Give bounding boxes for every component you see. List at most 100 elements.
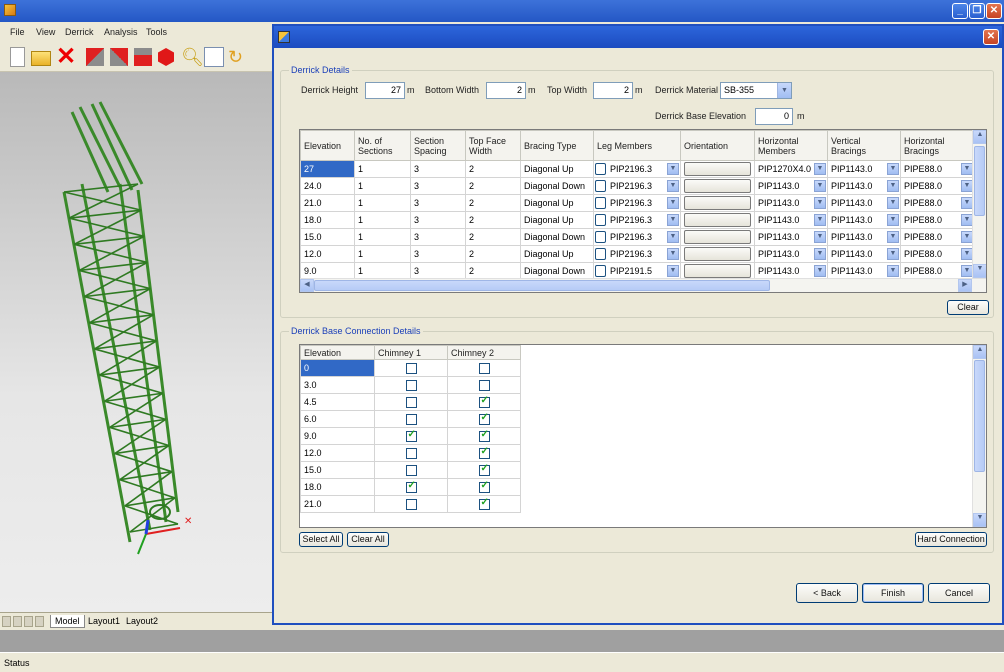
scroll-thumb[interactable]: [974, 360, 985, 472]
cell-hbrace[interactable]: PIPE88.0 ▼: [900, 228, 975, 246]
cell-hbrace[interactable]: PIPE88.0 ▼: [900, 211, 975, 229]
cell-c2[interactable]: [447, 410, 521, 428]
table-row[interactable]: 9.0: [300, 427, 521, 445]
chevron-down-icon[interactable]: ▼: [667, 265, 679, 277]
chevron-down-icon[interactable]: ▼: [667, 163, 679, 175]
col-bc-elevation[interactable]: Elevation: [300, 345, 375, 360]
cell-elevation[interactable]: 12.0: [300, 444, 375, 462]
cell-elevation[interactable]: 4.5: [300, 393, 375, 411]
orientation-cell[interactable]: [680, 262, 755, 280]
cell-elevation[interactable]: 18.0: [300, 478, 375, 496]
cell-spacing[interactable]: 3: [410, 228, 466, 246]
cell-c1[interactable]: [374, 410, 448, 428]
cell-vert[interactable]: PIP1143.0 ▼: [827, 245, 901, 263]
cell-checkbox[interactable]: [595, 163, 606, 175]
close-button[interactable]: ✕: [986, 3, 1002, 19]
cell-hbrace[interactable]: PIPE88.0 ▼: [900, 160, 975, 178]
cell-sections[interactable]: 1: [354, 194, 411, 212]
cell-elevation[interactable]: 0: [300, 359, 375, 377]
chevron-down-icon[interactable]: ▼: [887, 231, 899, 243]
col-vertical-bracings[interactable]: Vertical Bracings: [827, 130, 901, 161]
chevron-down-icon[interactable]: ▼: [814, 197, 826, 209]
cell-spacing[interactable]: 3: [410, 262, 466, 280]
cell-c1[interactable]: [374, 427, 448, 445]
cell-width[interactable]: 2: [465, 160, 521, 178]
dialog-close-button[interactable]: ✕: [983, 29, 999, 45]
cell-c2[interactable]: [447, 427, 521, 445]
scroll-right-icon[interactable]: ▶: [958, 279, 972, 292]
chimney-2-checkbox[interactable]: [478, 395, 490, 408]
chimney-2-checkbox[interactable]: [478, 429, 490, 442]
chevron-down-icon[interactable]: ▼: [814, 248, 826, 260]
cell-c2[interactable]: [447, 461, 521, 479]
cell-sections[interactable]: 1: [354, 245, 411, 263]
zoom-window-icon[interactable]: [204, 47, 224, 67]
cell-checkbox[interactable]: [595, 231, 606, 243]
cell-bracing[interactable]: Diagonal Up: [520, 245, 594, 263]
chimney-2-checkbox[interactable]: [478, 362, 490, 374]
cell-vert[interactable]: PIP1143.0 ▼: [827, 177, 901, 195]
orientation-cell[interactable]: [680, 228, 755, 246]
scroll-up-icon[interactable]: ▲: [973, 345, 986, 359]
cell-horiz[interactable]: PIP1143.0 ▼: [754, 228, 828, 246]
orientation-button[interactable]: [684, 179, 751, 193]
table-row[interactable]: 12.0 1 3 2 Diagonal Up PIP2196.3 ▼ PIP1143.0 ▼ PI…: [300, 245, 975, 263]
orientation-button[interactable]: [684, 213, 751, 227]
col-spacing[interactable]: Section Spacing: [410, 130, 466, 161]
prev-tab-icon[interactable]: [13, 616, 22, 627]
cell-leg[interactable]: PIP2196.3 ▼: [593, 194, 681, 212]
cell-elevation[interactable]: 24.0: [300, 177, 355, 195]
cell-vert[interactable]: PIP1143.0 ▼: [827, 160, 901, 178]
cell-c2[interactable]: [447, 444, 521, 462]
scroll-down-icon[interactable]: ▼: [973, 264, 986, 278]
cell-c1[interactable]: [374, 478, 448, 496]
minimize-button[interactable]: _: [952, 3, 968, 19]
cell-spacing[interactable]: 3: [410, 177, 466, 195]
clear-button[interactable]: Clear: [947, 300, 989, 315]
cell-horiz[interactable]: PIP1143.0 ▼: [754, 211, 828, 229]
cell-elevation[interactable]: 21.0: [300, 495, 375, 513]
cell-sections[interactable]: 1: [354, 177, 411, 195]
chimney-2-checkbox[interactable]: [478, 379, 490, 391]
table-row[interactable]: 15.0: [300, 461, 521, 479]
cell-c2[interactable]: [447, 376, 521, 394]
cell-sections[interactable]: 1: [354, 228, 411, 246]
cell-horiz[interactable]: PIP1143.0 ▼: [754, 262, 828, 280]
model-viewport[interactable]: ✕: [0, 72, 272, 612]
cell-bracing[interactable]: Diagonal Down: [520, 262, 594, 280]
chimney-1-checkbox[interactable]: [405, 480, 417, 493]
chimney-1-checkbox[interactable]: [405, 498, 417, 510]
table-row[interactable]: 24.0 1 3 2 Diagonal Down PIP2196.3 ▼ PIP1143.0 ▼…: [300, 177, 975, 195]
finish-button[interactable]: Finish: [862, 583, 924, 603]
orientation-button[interactable]: [684, 196, 751, 210]
height-input[interactable]: 27: [365, 82, 405, 99]
table-row[interactable]: 21.0 1 3 2 Diagonal Up PIP2196.3 ▼ PIP1143.0 ▼ PI…: [300, 194, 975, 212]
cell-sections[interactable]: 1: [354, 160, 411, 178]
table-row[interactable]: 3.0: [300, 376, 521, 394]
cell-leg[interactable]: PIP2196.3 ▼: [593, 245, 681, 263]
cell-elevation[interactable]: 15.0: [300, 228, 355, 246]
cell-bracing[interactable]: Diagonal Up: [520, 160, 594, 178]
cell-checkbox[interactable]: [595, 180, 606, 192]
cell-vert[interactable]: PIP1143.0 ▼: [827, 211, 901, 229]
cell-sections[interactable]: 1: [354, 262, 411, 280]
base-connection-grid[interactable]: Elevation Chimney 1 Chimney 2 0 3.0 4.5 6.0…: [299, 344, 987, 528]
chevron-down-icon[interactable]: ▼: [667, 248, 679, 260]
chevron-down-icon[interactable]: ▼: [887, 265, 899, 277]
chimney-1-checkbox[interactable]: [405, 396, 417, 408]
open-folder-icon[interactable]: [31, 51, 51, 66]
col-bracing-type[interactable]: Bracing Type: [520, 130, 594, 161]
cancel-button[interactable]: Cancel: [928, 583, 990, 603]
zoom-icon[interactable]: 🔍︎: [181, 47, 204, 67]
chevron-down-icon[interactable]: ▼: [667, 180, 679, 192]
orientation-cell[interactable]: [680, 211, 755, 229]
chimney-1-checkbox[interactable]: [405, 379, 417, 391]
chimney-1-checkbox[interactable]: [405, 464, 417, 476]
cell-horiz[interactable]: PIP1143.0 ▼: [754, 194, 828, 212]
cell-leg[interactable]: PIP2196.3 ▼: [593, 211, 681, 229]
tab-layout1[interactable]: Layout1: [84, 615, 124, 627]
menu-derrick[interactable]: Derrick: [65, 27, 94, 37]
cell-width[interactable]: 2: [465, 262, 521, 280]
chevron-down-icon[interactable]: ▼: [667, 231, 679, 243]
chevron-down-icon[interactable]: ▼: [814, 214, 826, 226]
